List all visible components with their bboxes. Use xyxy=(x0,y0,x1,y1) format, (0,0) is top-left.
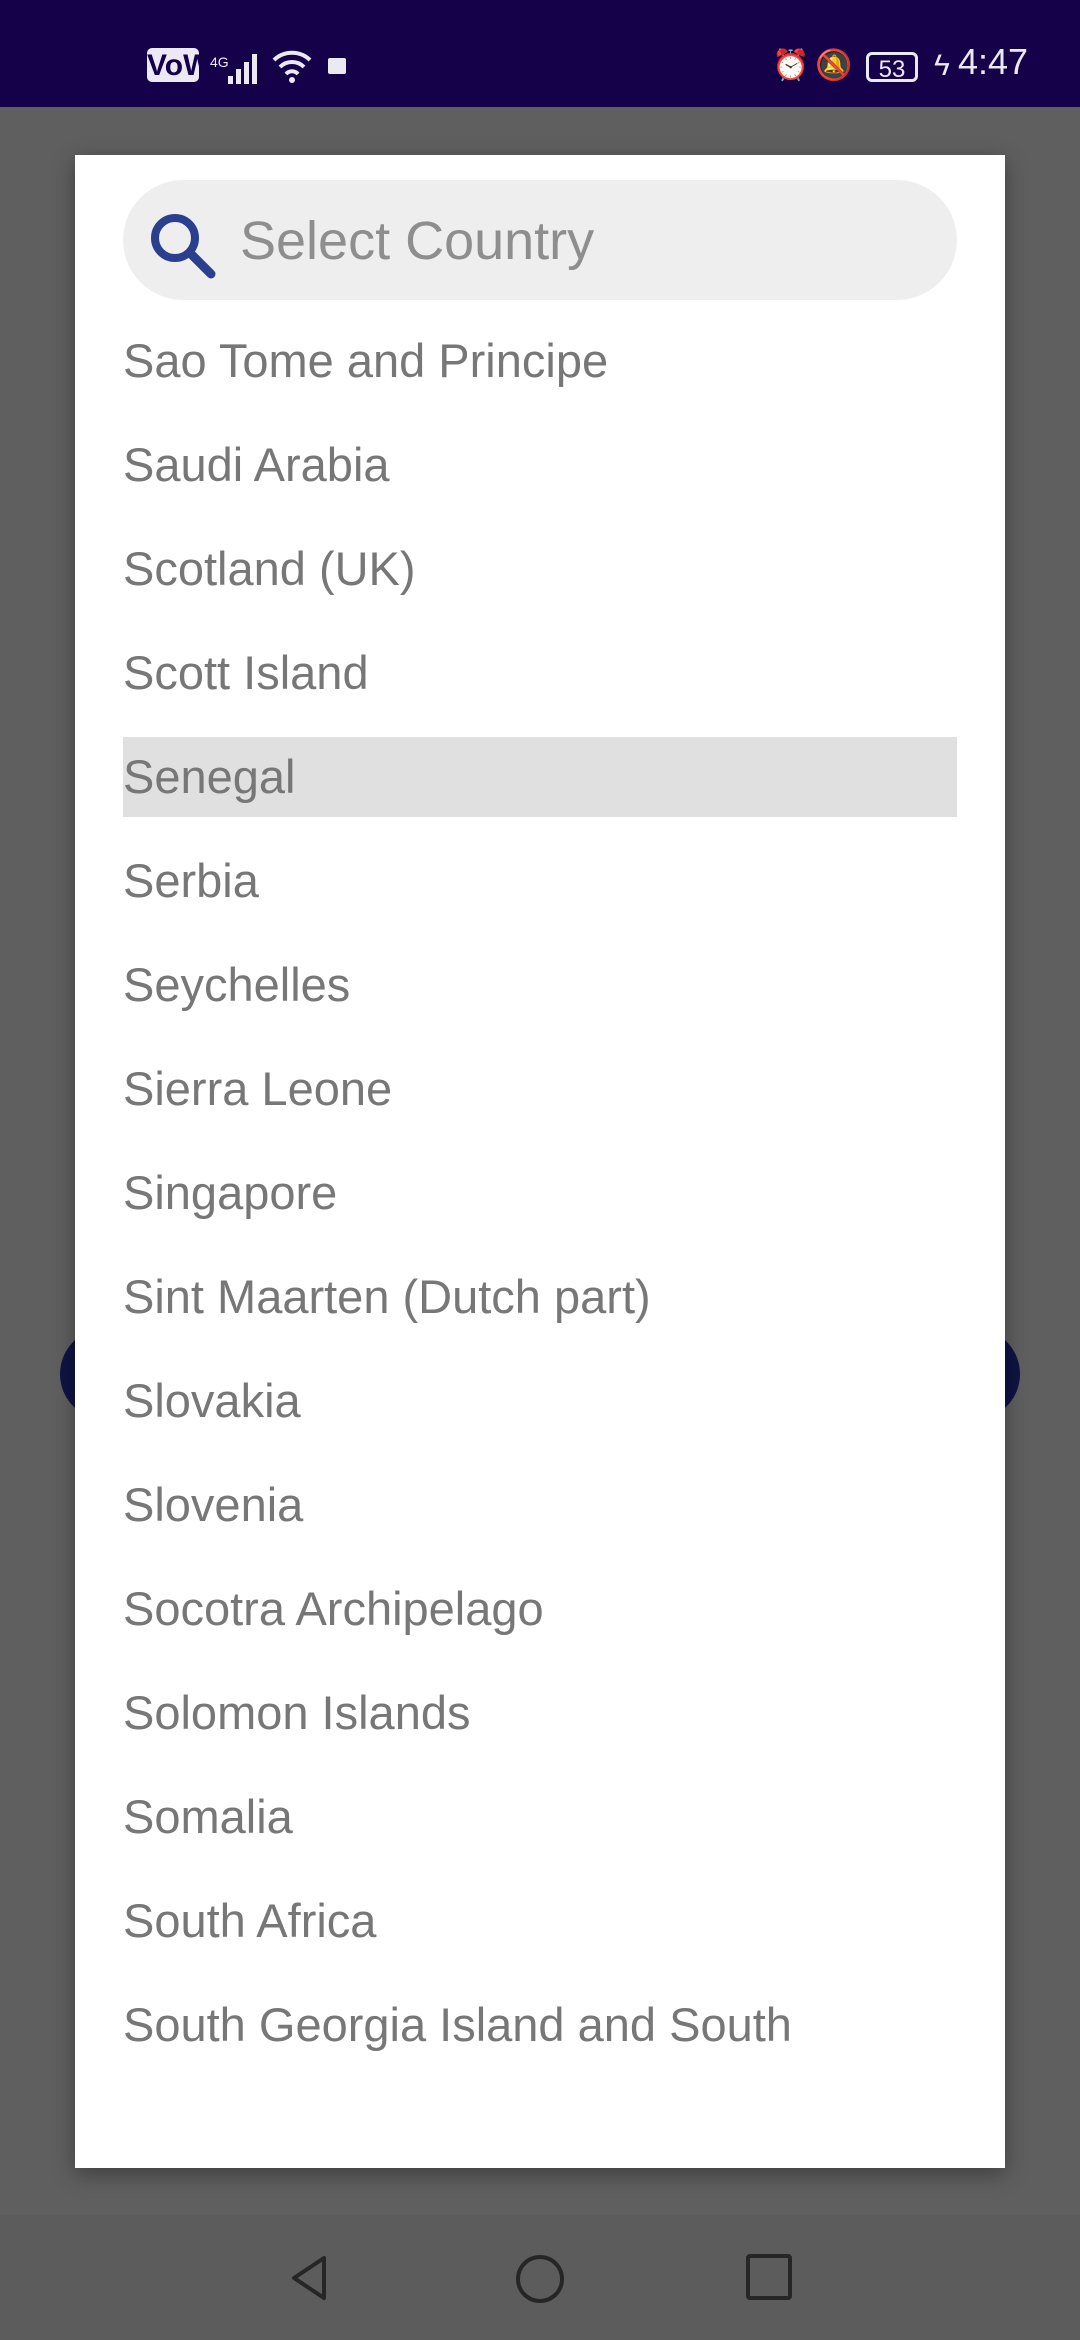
country-item[interactable]: Seychelles xyxy=(123,945,957,1025)
country-item[interactable]: Somalia xyxy=(123,1777,957,1857)
status-bar: VoWiFi 4G ⏰ 🔕 53 ϟ 4:47 xyxy=(0,0,1080,107)
country-item[interactable]: Sint Maarten (Dutch part) xyxy=(123,1257,957,1337)
country-item[interactable]: South Africa xyxy=(123,1881,957,1961)
country-item[interactable]: Senegal xyxy=(123,737,957,817)
country-item[interactable]: Slovakia xyxy=(123,1361,957,1441)
recents-icon[interactable] xyxy=(745,2253,793,2301)
country-item[interactable]: Serbia xyxy=(123,841,957,921)
country-item[interactable]: Solomon Islands xyxy=(123,1673,957,1753)
network-type: 4G xyxy=(210,54,229,70)
navigation-bar xyxy=(0,2215,1080,2340)
country-item[interactable]: Socotra Archipelago xyxy=(123,1569,957,1649)
country-item[interactable]: Saudi Arabia xyxy=(123,425,957,505)
country-list[interactable]: San MarinoSao Tome and PrincipeSaudi Ara… xyxy=(123,315,957,2168)
country-item[interactable]: Sierra Leone xyxy=(123,1049,957,1129)
wifi-icon xyxy=(272,48,312,91)
country-item[interactable]: Slovenia xyxy=(123,1465,957,1545)
country-item[interactable]: Scott Island xyxy=(123,633,957,713)
vowifi-icon: VoWiFi xyxy=(147,48,247,82)
alarm-icon: ⏰ xyxy=(772,49,810,82)
search-icon xyxy=(151,214,216,279)
country-item[interactable]: Scotland (UK) xyxy=(123,529,957,609)
back-icon[interactable] xyxy=(284,2253,334,2303)
search-bar[interactable] xyxy=(123,180,957,300)
video-icon xyxy=(328,58,346,74)
country-picker-dialog: San MarinoSao Tome and PrincipeSaudi Ara… xyxy=(75,155,1005,2168)
home-icon[interactable] xyxy=(514,2253,566,2305)
battery-icon: 53 xyxy=(866,52,918,83)
bell-off-icon: 🔕 xyxy=(815,49,853,82)
country-item[interactable]: Sao Tome and Principe xyxy=(123,321,957,401)
charging-icon: ϟ xyxy=(934,49,950,82)
country-item[interactable]: South Georgia Island and South xyxy=(123,1985,957,2065)
signal-icon xyxy=(228,50,264,84)
search-input[interactable] xyxy=(238,200,932,282)
country-item[interactable]: Singapore xyxy=(123,1153,957,1233)
clock: 4:47 xyxy=(958,41,1029,82)
